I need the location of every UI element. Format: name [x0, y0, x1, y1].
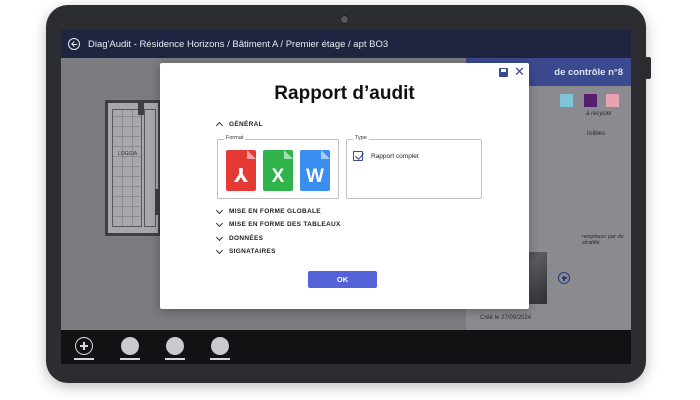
floor-plan[interactable]: LOGGIA — [105, 100, 161, 236]
panel-title: de contrôle n°8 — [554, 66, 623, 78]
tool-indicator — [120, 358, 140, 360]
save-icon[interactable] — [499, 68, 508, 77]
top-bar: Diag'Audit - Résidence Horizons / Bâtime… — [61, 30, 631, 58]
lisibles-note: lisibles — [587, 131, 606, 137]
audit-report-dialog: ✕ Rapport d’audit GÉNÉRAL Format ⅄ X W T… — [160, 63, 529, 309]
recycle-note: à recycler — [586, 111, 613, 117]
tool-indicator — [210, 358, 230, 360]
section-donnees[interactable]: DONNÉES — [215, 233, 264, 242]
color-swatch[interactable] — [606, 94, 619, 107]
section-label: MISE EN FORME GLOBALE — [229, 208, 321, 215]
tablet-side-button — [646, 57, 651, 79]
section-mise-en-forme-globale[interactable]: MISE EN FORME GLOBALE — [215, 206, 321, 215]
chevron-down-icon — [215, 246, 224, 255]
color-swatch[interactable] — [560, 94, 573, 107]
plan-room-label: LOGGIA — [118, 151, 138, 157]
dialog-title: Rapport d’audit — [274, 83, 415, 104]
chevron-up-icon — [215, 121, 224, 130]
section-label: SIGNATAIRES — [229, 248, 276, 255]
close-icon[interactable]: ✕ — [514, 65, 525, 78]
active-indicator — [74, 358, 94, 360]
chevron-down-icon — [215, 206, 224, 215]
rapport-complet-checkbox[interactable] — [353, 151, 363, 161]
section-mise-en-forme-tableaux[interactable]: MISE EN FORME DES TABLEAUX — [215, 219, 341, 228]
replace-note: remplacer par du stratifié — [582, 234, 624, 246]
excel-icon[interactable]: X — [263, 150, 293, 191]
breadcrumb: Diag'Audit - Résidence Horizons / Bâtime… — [88, 38, 389, 50]
type-group: Type Rapport complet — [346, 135, 482, 199]
pdf-icon[interactable]: ⅄ — [226, 150, 256, 191]
bottom-toolbar — [61, 330, 631, 364]
plan-room — [112, 109, 142, 227]
section-general-label: GÉNÉRAL — [229, 121, 263, 128]
format-group: Format ⅄ X W — [217, 135, 339, 199]
created-date: Créé le 27/09/2024 — [480, 315, 532, 321]
add-icon[interactable] — [75, 337, 93, 355]
rapport-complet-label[interactable]: Rapport complet — [371, 153, 419, 160]
tool-1-icon[interactable] — [121, 337, 139, 355]
camera-icon — [340, 15, 349, 24]
ok-button[interactable]: OK — [308, 271, 377, 288]
tool-indicator — [165, 358, 185, 360]
plan-wall — [138, 103, 144, 115]
format-label: Format — [224, 135, 246, 141]
add-photo-icon[interactable] — [558, 272, 570, 284]
tool-2-icon[interactable] — [166, 337, 184, 355]
word-icon[interactable]: W — [300, 150, 330, 191]
color-swatch[interactable] — [584, 94, 597, 107]
section-label: DONNÉES — [229, 235, 264, 242]
section-general-toggle[interactable]: GÉNÉRAL — [215, 121, 263, 130]
chevron-down-icon — [215, 219, 224, 228]
tool-3-icon[interactable] — [211, 337, 229, 355]
section-label: MISE EN FORME DES TABLEAUX — [229, 221, 341, 228]
section-signataires[interactable]: SIGNATAIRES — [215, 246, 276, 255]
type-label: Type — [353, 135, 369, 141]
back-icon[interactable] — [68, 38, 80, 50]
chevron-down-icon — [215, 233, 224, 242]
